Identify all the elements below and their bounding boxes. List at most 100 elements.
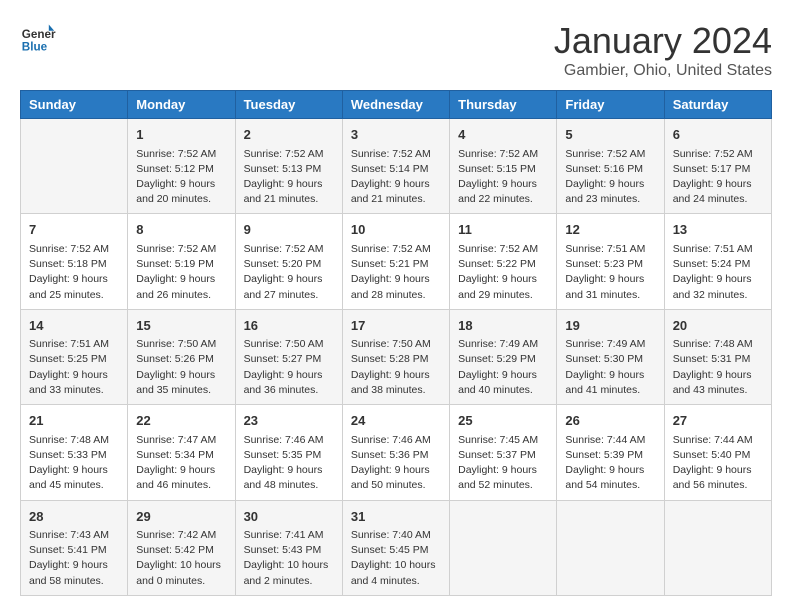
day-info: Sunrise: 7:48 AMSunset: 5:33 PMDaylight:… bbox=[29, 433, 119, 494]
day-header-saturday: Saturday bbox=[664, 91, 771, 119]
day-number: 22 bbox=[136, 411, 226, 431]
week-row-4: 21Sunrise: 7:48 AMSunset: 5:33 PMDayligh… bbox=[21, 405, 772, 500]
day-number: 3 bbox=[351, 125, 441, 145]
calendar-cell: 15Sunrise: 7:50 AMSunset: 5:26 PMDayligh… bbox=[128, 309, 235, 404]
day-info: Sunrise: 7:51 AMSunset: 5:24 PMDaylight:… bbox=[673, 242, 763, 303]
day-number: 18 bbox=[458, 316, 548, 336]
calendar-cell: 9Sunrise: 7:52 AMSunset: 5:20 PMDaylight… bbox=[235, 214, 342, 309]
calendar-cell: 8Sunrise: 7:52 AMSunset: 5:19 PMDaylight… bbox=[128, 214, 235, 309]
day-info: Sunrise: 7:49 AMSunset: 5:29 PMDaylight:… bbox=[458, 337, 548, 398]
calendar-table: SundayMondayTuesdayWednesdayThursdayFrid… bbox=[20, 90, 772, 596]
calendar-cell: 13Sunrise: 7:51 AMSunset: 5:24 PMDayligh… bbox=[664, 214, 771, 309]
week-row-2: 7Sunrise: 7:52 AMSunset: 5:18 PMDaylight… bbox=[21, 214, 772, 309]
calendar-cell: 17Sunrise: 7:50 AMSunset: 5:28 PMDayligh… bbox=[342, 309, 449, 404]
week-row-3: 14Sunrise: 7:51 AMSunset: 5:25 PMDayligh… bbox=[21, 309, 772, 404]
day-header-wednesday: Wednesday bbox=[342, 91, 449, 119]
calendar-cell bbox=[664, 500, 771, 595]
day-number: 28 bbox=[29, 507, 119, 527]
svg-text:Blue: Blue bbox=[22, 41, 48, 54]
calendar-cell bbox=[450, 500, 557, 595]
day-number: 2 bbox=[244, 125, 334, 145]
day-number: 1 bbox=[136, 125, 226, 145]
calendar-cell: 6Sunrise: 7:52 AMSunset: 5:17 PMDaylight… bbox=[664, 119, 771, 214]
day-number: 23 bbox=[244, 411, 334, 431]
day-info: Sunrise: 7:50 AMSunset: 5:28 PMDaylight:… bbox=[351, 337, 441, 398]
day-info: Sunrise: 7:44 AMSunset: 5:40 PMDaylight:… bbox=[673, 433, 763, 494]
day-number: 24 bbox=[351, 411, 441, 431]
calendar-cell: 12Sunrise: 7:51 AMSunset: 5:23 PMDayligh… bbox=[557, 214, 664, 309]
day-header-tuesday: Tuesday bbox=[235, 91, 342, 119]
day-number: 20 bbox=[673, 316, 763, 336]
day-info: Sunrise: 7:46 AMSunset: 5:36 PMDaylight:… bbox=[351, 433, 441, 494]
day-info: Sunrise: 7:52 AMSunset: 5:22 PMDaylight:… bbox=[458, 242, 548, 303]
day-info: Sunrise: 7:52 AMSunset: 5:12 PMDaylight:… bbox=[136, 147, 226, 208]
day-info: Sunrise: 7:52 AMSunset: 5:14 PMDaylight:… bbox=[351, 147, 441, 208]
week-row-5: 28Sunrise: 7:43 AMSunset: 5:41 PMDayligh… bbox=[21, 500, 772, 595]
day-info: Sunrise: 7:52 AMSunset: 5:21 PMDaylight:… bbox=[351, 242, 441, 303]
calendar-cell: 4Sunrise: 7:52 AMSunset: 5:15 PMDaylight… bbox=[450, 119, 557, 214]
logo: General Blue bbox=[20, 20, 56, 56]
day-info: Sunrise: 7:52 AMSunset: 5:17 PMDaylight:… bbox=[673, 147, 763, 208]
day-info: Sunrise: 7:52 AMSunset: 5:18 PMDaylight:… bbox=[29, 242, 119, 303]
calendar-cell: 28Sunrise: 7:43 AMSunset: 5:41 PMDayligh… bbox=[21, 500, 128, 595]
calendar-cell: 26Sunrise: 7:44 AMSunset: 5:39 PMDayligh… bbox=[557, 405, 664, 500]
day-number: 9 bbox=[244, 220, 334, 240]
calendar-cell: 21Sunrise: 7:48 AMSunset: 5:33 PMDayligh… bbox=[21, 405, 128, 500]
day-number: 25 bbox=[458, 411, 548, 431]
day-info: Sunrise: 7:52 AMSunset: 5:15 PMDaylight:… bbox=[458, 147, 548, 208]
day-info: Sunrise: 7:52 AMSunset: 5:13 PMDaylight:… bbox=[244, 147, 334, 208]
day-number: 29 bbox=[136, 507, 226, 527]
calendar-cell: 11Sunrise: 7:52 AMSunset: 5:22 PMDayligh… bbox=[450, 214, 557, 309]
day-info: Sunrise: 7:42 AMSunset: 5:42 PMDaylight:… bbox=[136, 528, 226, 589]
day-number: 5 bbox=[565, 125, 655, 145]
calendar-cell: 25Sunrise: 7:45 AMSunset: 5:37 PMDayligh… bbox=[450, 405, 557, 500]
day-header-thursday: Thursday bbox=[450, 91, 557, 119]
day-number: 7 bbox=[29, 220, 119, 240]
day-info: Sunrise: 7:51 AMSunset: 5:23 PMDaylight:… bbox=[565, 242, 655, 303]
calendar-cell: 16Sunrise: 7:50 AMSunset: 5:27 PMDayligh… bbox=[235, 309, 342, 404]
calendar-cell: 14Sunrise: 7:51 AMSunset: 5:25 PMDayligh… bbox=[21, 309, 128, 404]
calendar-cell: 19Sunrise: 7:49 AMSunset: 5:30 PMDayligh… bbox=[557, 309, 664, 404]
day-info: Sunrise: 7:44 AMSunset: 5:39 PMDaylight:… bbox=[565, 433, 655, 494]
day-info: Sunrise: 7:48 AMSunset: 5:31 PMDaylight:… bbox=[673, 337, 763, 398]
calendar-title: January 2024 bbox=[554, 20, 772, 62]
calendar-subtitle: Gambier, Ohio, United States bbox=[554, 62, 772, 80]
day-header-sunday: Sunday bbox=[21, 91, 128, 119]
day-info: Sunrise: 7:50 AMSunset: 5:27 PMDaylight:… bbox=[244, 337, 334, 398]
calendar-cell: 23Sunrise: 7:46 AMSunset: 5:35 PMDayligh… bbox=[235, 405, 342, 500]
day-info: Sunrise: 7:50 AMSunset: 5:26 PMDaylight:… bbox=[136, 337, 226, 398]
day-number: 6 bbox=[673, 125, 763, 145]
calendar-cell: 24Sunrise: 7:46 AMSunset: 5:36 PMDayligh… bbox=[342, 405, 449, 500]
day-number: 10 bbox=[351, 220, 441, 240]
calendar-cell: 5Sunrise: 7:52 AMSunset: 5:16 PMDaylight… bbox=[557, 119, 664, 214]
calendar-cell: 18Sunrise: 7:49 AMSunset: 5:29 PMDayligh… bbox=[450, 309, 557, 404]
calendar-cell bbox=[21, 119, 128, 214]
day-info: Sunrise: 7:47 AMSunset: 5:34 PMDaylight:… bbox=[136, 433, 226, 494]
days-header-row: SundayMondayTuesdayWednesdayThursdayFrid… bbox=[21, 91, 772, 119]
calendar-cell: 20Sunrise: 7:48 AMSunset: 5:31 PMDayligh… bbox=[664, 309, 771, 404]
day-info: Sunrise: 7:52 AMSunset: 5:19 PMDaylight:… bbox=[136, 242, 226, 303]
day-info: Sunrise: 7:45 AMSunset: 5:37 PMDaylight:… bbox=[458, 433, 548, 494]
day-info: Sunrise: 7:46 AMSunset: 5:35 PMDaylight:… bbox=[244, 433, 334, 494]
day-info: Sunrise: 7:40 AMSunset: 5:45 PMDaylight:… bbox=[351, 528, 441, 589]
day-info: Sunrise: 7:41 AMSunset: 5:43 PMDaylight:… bbox=[244, 528, 334, 589]
day-number: 15 bbox=[136, 316, 226, 336]
day-info: Sunrise: 7:52 AMSunset: 5:16 PMDaylight:… bbox=[565, 147, 655, 208]
calendar-cell: 27Sunrise: 7:44 AMSunset: 5:40 PMDayligh… bbox=[664, 405, 771, 500]
day-number: 21 bbox=[29, 411, 119, 431]
logo-icon: General Blue bbox=[20, 20, 56, 56]
day-info: Sunrise: 7:52 AMSunset: 5:20 PMDaylight:… bbox=[244, 242, 334, 303]
day-number: 26 bbox=[565, 411, 655, 431]
calendar-cell: 29Sunrise: 7:42 AMSunset: 5:42 PMDayligh… bbox=[128, 500, 235, 595]
week-row-1: 1Sunrise: 7:52 AMSunset: 5:12 PMDaylight… bbox=[21, 119, 772, 214]
day-header-monday: Monday bbox=[128, 91, 235, 119]
day-number: 8 bbox=[136, 220, 226, 240]
calendar-cell: 1Sunrise: 7:52 AMSunset: 5:12 PMDaylight… bbox=[128, 119, 235, 214]
page-header: General Blue January 2024 Gambier, Ohio,… bbox=[20, 20, 772, 80]
title-area: January 2024 Gambier, Ohio, United State… bbox=[554, 20, 772, 80]
day-number: 27 bbox=[673, 411, 763, 431]
calendar-cell: 7Sunrise: 7:52 AMSunset: 5:18 PMDaylight… bbox=[21, 214, 128, 309]
day-header-friday: Friday bbox=[557, 91, 664, 119]
calendar-cell: 22Sunrise: 7:47 AMSunset: 5:34 PMDayligh… bbox=[128, 405, 235, 500]
calendar-cell bbox=[557, 500, 664, 595]
